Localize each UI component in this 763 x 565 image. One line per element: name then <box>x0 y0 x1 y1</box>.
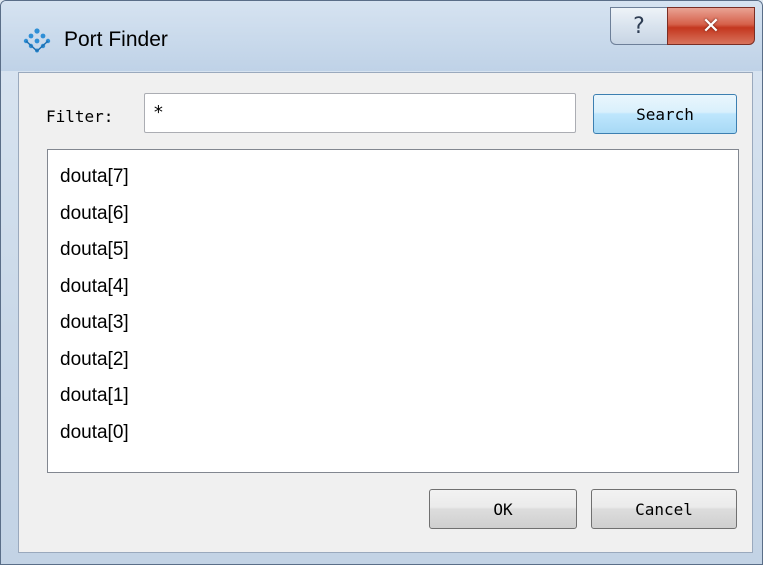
window-title: Port Finder <box>64 28 168 51</box>
list-item[interactable]: douta[7] <box>48 159 738 196</box>
list-item[interactable]: douta[3] <box>48 305 738 342</box>
question-icon: ? <box>633 13 645 39</box>
list-item[interactable]: douta[1] <box>48 378 738 415</box>
app-logo-icon <box>23 28 51 53</box>
list-item[interactable]: douta[6] <box>48 196 738 233</box>
filter-label: Filter: <box>46 107 114 126</box>
search-button[interactable]: Search <box>593 94 737 134</box>
dialog-body: Filter: * Search douta[7] douta[6] douta… <box>18 72 753 553</box>
filter-input[interactable]: * <box>144 93 576 133</box>
cancel-button[interactable]: Cancel <box>591 489 737 529</box>
caption-buttons: ? ✕ <box>610 7 755 47</box>
list-item[interactable]: douta[0] <box>48 415 738 452</box>
port-finder-window: Port Finder ? ✕ Filter: * Search douta[7… <box>0 0 763 565</box>
list-item[interactable]: douta[5] <box>48 232 738 269</box>
list-item[interactable]: douta[2] <box>48 342 738 379</box>
title-bar[interactable]: Port Finder ? ✕ <box>1 1 762 71</box>
port-list[interactable]: douta[7] douta[6] douta[5] douta[4] dout… <box>47 149 739 473</box>
list-item[interactable]: douta[4] <box>48 269 738 306</box>
close-button[interactable]: ✕ <box>667 7 755 45</box>
close-icon: ✕ <box>701 13 721 39</box>
ok-button[interactable]: OK <box>429 489 577 529</box>
help-button[interactable]: ? <box>610 7 667 45</box>
